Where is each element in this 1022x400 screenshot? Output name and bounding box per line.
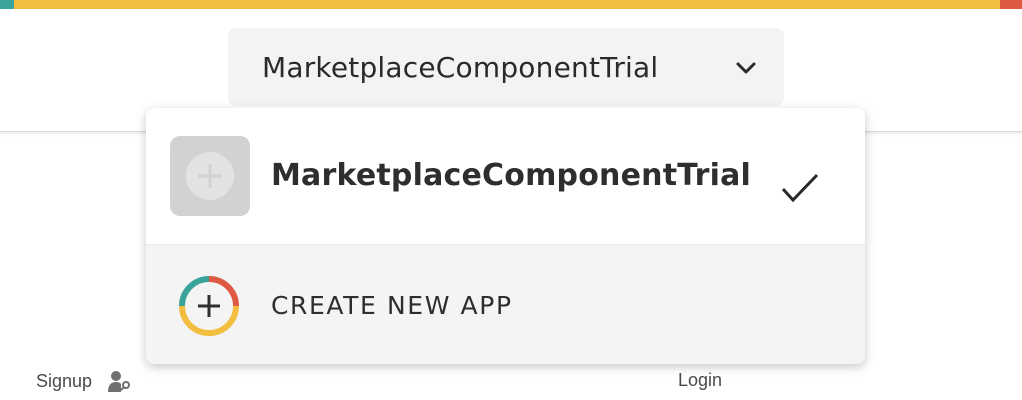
check-icon (781, 173, 819, 203)
signup-link[interactable]: Signup (36, 370, 132, 392)
app-dropdown-menu: MarketplaceComponentTrial CREATE NEW APP (146, 108, 865, 364)
page: MarketplaceComponentTrial Signup Login M… (0, 0, 1022, 400)
top-accent-bar (0, 0, 1022, 9)
create-new-app-label: CREATE NEW APP (271, 291, 513, 320)
dropdown-item-app-label: MarketplaceComponentTrial (271, 158, 752, 193)
create-new-app-button[interactable]: CREATE NEW APP (146, 245, 865, 364)
app-selector-button[interactable]: MarketplaceComponentTrial (228, 28, 784, 106)
app-thumbnail (170, 136, 250, 216)
signup-label: Signup (36, 370, 93, 391)
top-bar-teal-segment (0, 0, 14, 9)
top-bar-red-segment (1000, 0, 1022, 9)
login-link[interactable]: Login (678, 370, 722, 391)
user-key-icon (108, 371, 131, 392)
top-bar-yellow-segment (14, 0, 1000, 9)
multicolor-plus-circle-icon (179, 276, 239, 336)
app-selector-label: MarketplaceComponentTrial (262, 50, 659, 84)
plus-circle-icon (186, 152, 234, 200)
chevron-down-icon (736, 62, 756, 74)
dropdown-item-app[interactable]: MarketplaceComponentTrial (146, 108, 865, 245)
